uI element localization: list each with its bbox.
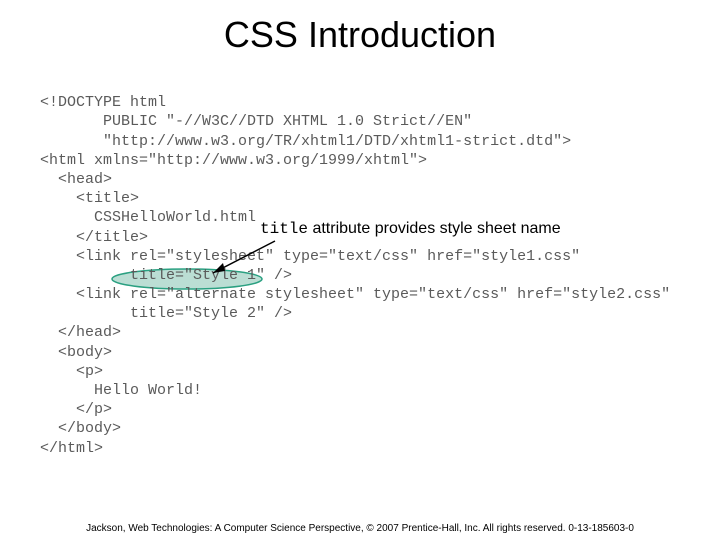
code-line: <p>	[40, 363, 103, 380]
page-title: CSS Introduction	[0, 14, 720, 56]
code-line: <head>	[40, 171, 112, 188]
code-line: <!DOCTYPE html	[40, 94, 166, 111]
code-line: PUBLIC "-//W3C//DTD XHTML 1.0 Strict//EN…	[40, 113, 472, 130]
code-line: </html>	[40, 440, 103, 457]
code-line: <title>	[40, 190, 139, 207]
code-line: "http://www.w3.org/TR/xhtml1/DTD/xhtml1-…	[40, 133, 571, 150]
code-line: <html xmlns="http://www.w3.org/1999/xhtm…	[40, 152, 427, 169]
code-line: </body>	[40, 420, 121, 437]
callout-text: title attribute provides style sheet nam…	[260, 220, 561, 238]
code-line: <link rel="alternate stylesheet" type="t…	[40, 286, 670, 303]
code-block: <!DOCTYPE html PUBLIC "-//W3C//DTD XHTML…	[40, 74, 720, 458]
code-line: </p>	[40, 401, 112, 418]
callout-mono: title	[260, 220, 308, 238]
code-line: title="Style 1" />	[40, 267, 292, 284]
footer-text: Jackson, Web Technologies: A Computer Sc…	[0, 523, 720, 534]
code-line: title="Style 2" />	[40, 305, 292, 322]
callout-rest: attribute provides style sheet name	[308, 220, 561, 237]
code-line: CSSHelloWorld.html	[40, 209, 256, 226]
code-line: Hello World!	[40, 382, 202, 399]
code-line: </title>	[40, 229, 148, 246]
code-line: <body>	[40, 344, 112, 361]
code-line: <link rel="stylesheet" type="text/css" h…	[40, 248, 580, 265]
code-line: </head>	[40, 324, 121, 341]
